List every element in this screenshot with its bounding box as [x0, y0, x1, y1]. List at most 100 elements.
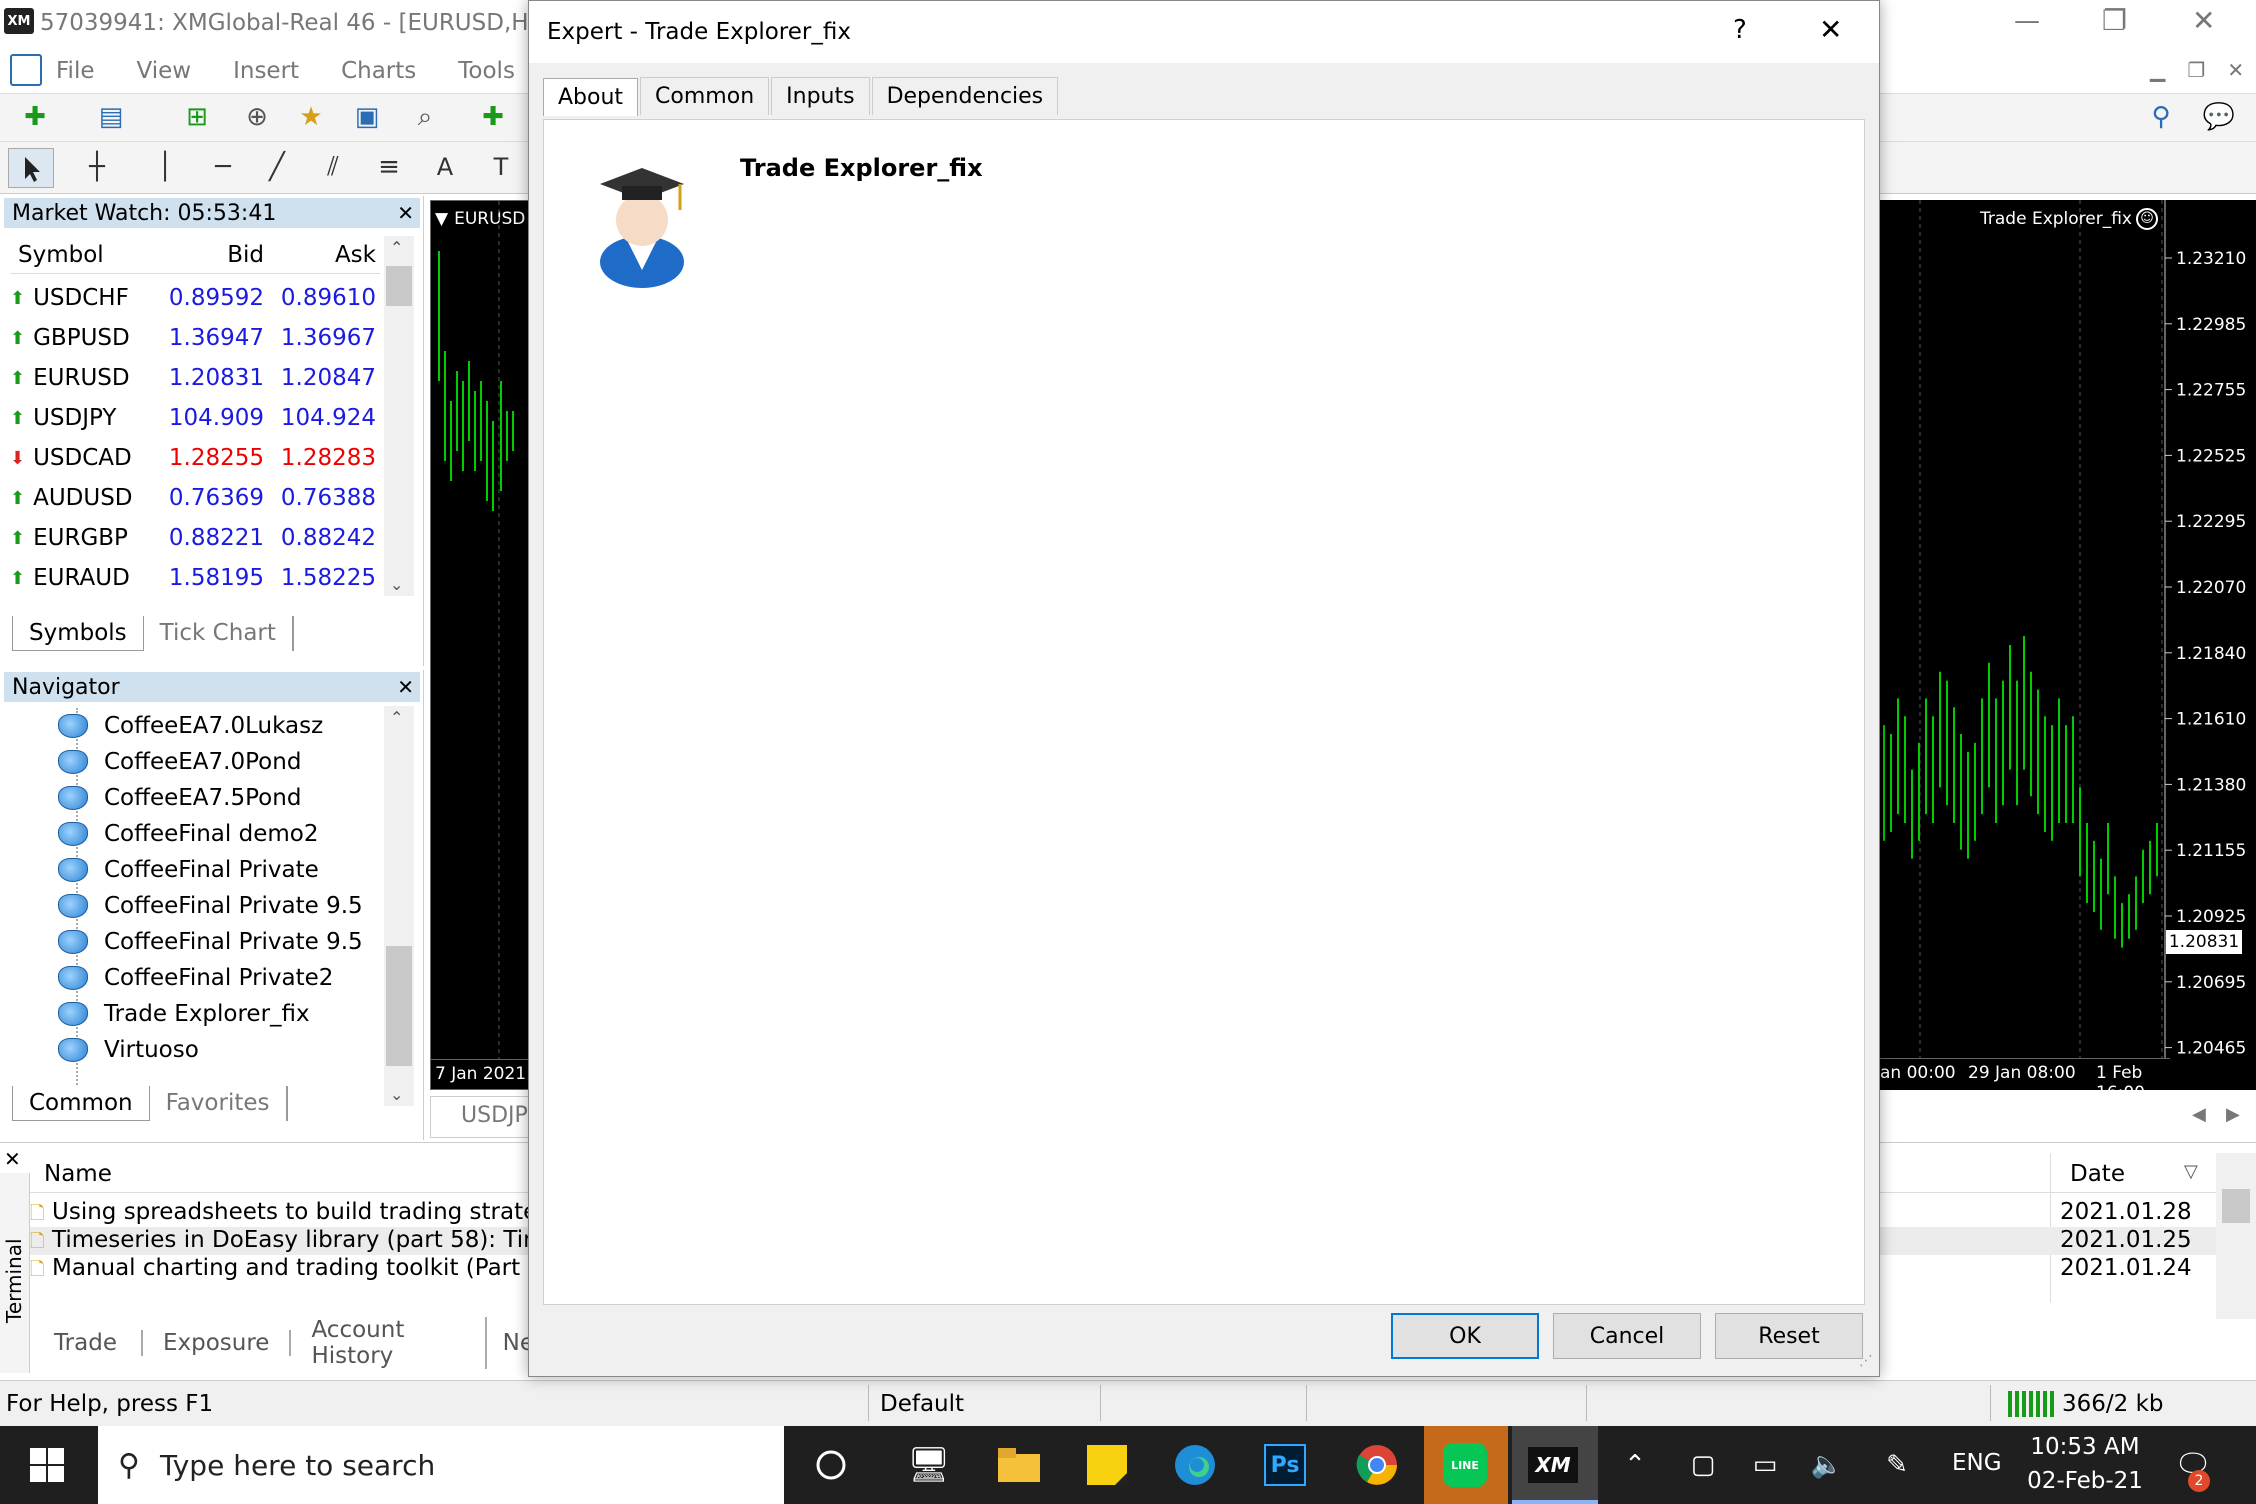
photoshop-icon[interactable]: Ps [1260, 1440, 1310, 1490]
search-toolbar-icon[interactable]: ⚲ [2142, 98, 2180, 136]
tab-dependencies[interactable]: Dependencies [871, 77, 1059, 115]
tab-common-nav[interactable]: Common [12, 1086, 150, 1121]
column-date[interactable]: Date [2070, 1161, 2125, 1187]
windows-start-icon[interactable] [22, 1440, 72, 1490]
terminal-close-icon[interactable]: ✕ [4, 1147, 21, 1171]
meet-now-icon[interactable]: ▢ [1678, 1440, 1728, 1490]
cortana-icon[interactable] [806, 1440, 856, 1490]
mdi-close-icon[interactable]: ✕ [2227, 58, 2244, 82]
tab-inputs[interactable]: Inputs [771, 77, 870, 115]
navigator-expert-item[interactable]: CoffeeFinal Private2 [58, 960, 333, 996]
navigator-expert-item[interactable]: CoffeeEA7.5Pond [58, 780, 301, 816]
menu-charts[interactable]: Charts [341, 58, 416, 84]
navigator-scrollbar[interactable]: ⌃ ⌄ [384, 706, 414, 1106]
line-icon[interactable]: LINE [1440, 1440, 1490, 1490]
navigator-expert-item[interactable]: CoffeeFinal Private 9.5 [58, 924, 363, 960]
navigator-icon[interactable]: ★ [292, 98, 330, 136]
remote-desktop-icon[interactable]: 🖥 [904, 1440, 954, 1490]
menu-file[interactable]: File [56, 58, 95, 84]
scroll-left-icon[interactable]: ◀ [2192, 1104, 2206, 1125]
crosshair-icon[interactable]: ⊕ [238, 98, 276, 136]
menu-view[interactable]: View [137, 58, 192, 84]
market-watch-row[interactable]: ⬆ GBPUSD 1.36947 1.36967 [10, 318, 380, 358]
text-tool-icon[interactable]: A [426, 148, 464, 186]
chart-right-slice[interactable]: 1.23210 1.22985 1.22755 1.22525 1.22295 1.220… [1880, 200, 2256, 1103]
dialog-close-icon[interactable]: ✕ [1819, 13, 1842, 46]
market-watch-row[interactable]: ⬆ EURUSD 1.20831 1.20847 [10, 358, 380, 398]
column-symbol[interactable]: Symbol [10, 242, 160, 268]
scroll-right-icon[interactable]: ▶ [2226, 1104, 2240, 1125]
navigator-expert-item[interactable]: CoffeeFinal Private [58, 852, 319, 888]
tab-favorites[interactable]: Favorites [149, 1086, 288, 1121]
taskbar-search-box[interactable]: ⚲ Type here to search [98, 1426, 784, 1504]
market-watch-icon[interactable]: ⊞ [178, 98, 216, 136]
tab-exposure[interactable]: Exposure [143, 1330, 292, 1356]
chat-icon[interactable]: 💬 [2200, 98, 2238, 136]
pen-icon[interactable]: ✎ [1872, 1440, 1922, 1490]
navigator-expert-item[interactable]: Trade Explorer_fix [58, 996, 310, 1032]
help-icon[interactable]: ? [1733, 15, 1747, 45]
new-chart-icon[interactable]: ✚ [16, 98, 54, 136]
market-watch-row[interactable]: ⬆ EURAUD 1.58195 1.58225 [10, 558, 380, 598]
edge-icon[interactable] [1170, 1440, 1220, 1490]
resize-grip-icon[interactable]: ⋰ [1859, 1353, 1873, 1369]
clock-time[interactable]: 10:53 AM [2030, 1434, 2140, 1460]
chart-left-slice[interactable]: ▼ EURUSD 7 Jan 2021 [430, 200, 531, 1090]
ok-button[interactable]: OK [1391, 1313, 1539, 1359]
market-watch-row[interactable]: ⬆ USDCHF 0.89592 0.89610 [10, 278, 380, 318]
strategy-tester-icon[interactable]: ⌕ [406, 98, 444, 136]
new-order-icon[interactable]: ✚ [474, 98, 512, 136]
equidistant-channel-icon[interactable]: ⫽ [314, 148, 352, 186]
mdi-minimize-icon[interactable]: ▁ [2150, 58, 2165, 82]
xm-icon[interactable]: XM [1528, 1440, 1578, 1490]
chrome-icon[interactable] [1352, 1440, 1402, 1490]
chart-tab-usdjpy[interactable]: USDJP [430, 1096, 530, 1138]
navigator-close-icon[interactable]: ✕ [397, 675, 414, 699]
menu-tools[interactable]: Tools [458, 58, 515, 84]
market-watch-row[interactable]: ⬆ EURGBP 0.88221 0.88242 [10, 518, 380, 558]
menu-insert[interactable]: Insert [233, 58, 299, 84]
cancel-button[interactable]: Cancel [1553, 1313, 1701, 1359]
language-indicator[interactable]: ENG [1952, 1450, 2002, 1476]
cursor-tool-icon[interactable] [8, 148, 54, 188]
minimize-icon[interactable]: — [2014, 6, 2040, 36]
file-explorer-icon[interactable] [994, 1440, 1044, 1490]
market-watch-scrollbar[interactable]: ⌃ ⌄ [384, 236, 414, 596]
mdi-restore-icon[interactable]: ❐ [2187, 58, 2205, 82]
terminal-icon[interactable]: ▣ [348, 98, 386, 136]
text-label-icon[interactable]: T [482, 148, 520, 186]
navigator-expert-item[interactable]: CoffeeEA7.0Lukasz [58, 708, 323, 744]
clock-date[interactable]: 02-Feb-21 [2024, 1468, 2146, 1494]
tab-account-history[interactable]: Account History [291, 1317, 487, 1369]
market-watch-close-icon[interactable]: ✕ [397, 201, 414, 225]
close-icon[interactable]: ✕ [2192, 4, 2215, 37]
volume-icon[interactable]: 🔈 [1802, 1440, 1852, 1490]
market-watch-row[interactable]: ⬆ AUDUSD 0.76369 0.76388 [10, 478, 380, 518]
tab-tick-chart[interactable]: Tick Chart [143, 616, 294, 651]
navigator-expert-item[interactable]: CoffeeFinal demo2 [58, 816, 318, 852]
restore-icon[interactable]: ❐ [2102, 4, 2127, 37]
sticky-notes-icon[interactable] [1082, 1440, 1132, 1490]
column-bid[interactable]: Bid [160, 242, 270, 268]
trendline-icon[interactable]: ╱ [258, 148, 296, 186]
horizontal-line-icon[interactable]: ─ [204, 148, 242, 186]
tray-chevron-icon[interactable]: ⌃ [1610, 1440, 1660, 1490]
fibonacci-icon[interactable]: ≡ [370, 148, 408, 186]
tab-trade[interactable]: Trade [30, 1330, 143, 1356]
market-watch-row[interactable]: ⬆ USDJPY 104.909 104.924 [10, 398, 380, 438]
battery-icon[interactable]: ▭ [1740, 1440, 1790, 1490]
tab-common[interactable]: Common [640, 77, 770, 115]
column-name[interactable]: Name [44, 1161, 112, 1187]
crosshair-tool-icon[interactable]: ┼ [78, 148, 116, 186]
profiles-icon[interactable]: ▤ [92, 98, 130, 136]
navigator-expert-item[interactable]: CoffeeFinal Private 9.5 [58, 888, 363, 924]
tab-symbols[interactable]: Symbols [12, 616, 144, 651]
market-watch-row[interactable]: ⬇ USDCAD 1.28255 1.28283 [10, 438, 380, 478]
vertical-line-icon[interactable]: │ [146, 148, 184, 186]
terminal-scrollbar[interactable] [2216, 1153, 2256, 1319]
tab-about[interactable]: About [543, 78, 639, 116]
sort-icon[interactable]: ▽ [2184, 1161, 2198, 1182]
reset-button[interactable]: Reset [1715, 1313, 1863, 1359]
navigator-expert-item[interactable]: Virtuoso [58, 1032, 199, 1068]
navigator-expert-item[interactable]: CoffeeEA7.0Pond [58, 744, 301, 780]
